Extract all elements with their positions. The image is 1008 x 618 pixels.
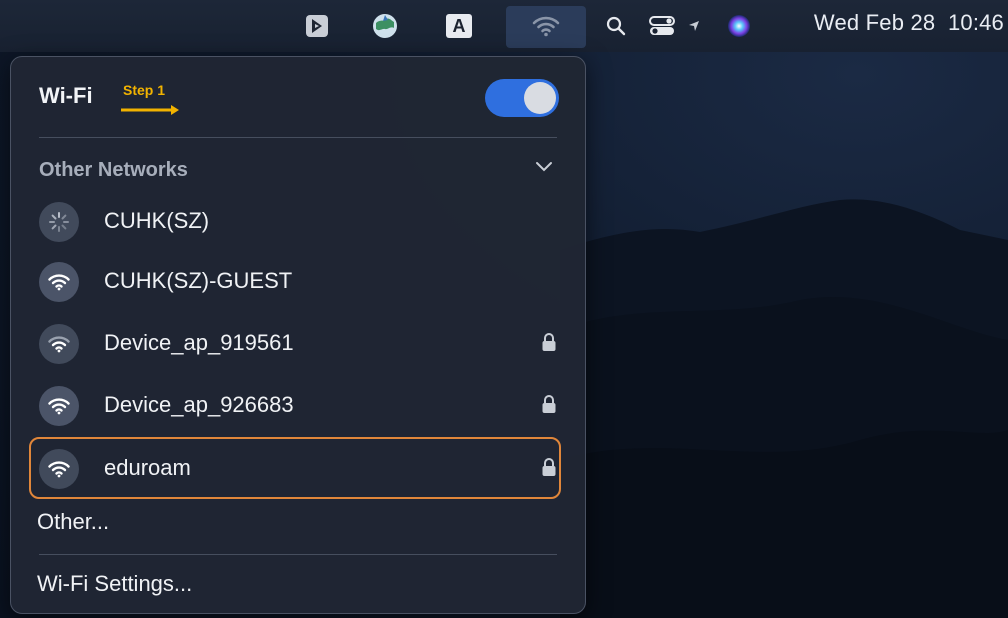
divider [39,137,557,138]
network-row-cuhksz[interactable]: CUHK(SZ) [35,195,563,247]
network-name: Device_ap_926683 [104,392,294,417]
input-source-letter: A [446,14,472,38]
other-networks-heading: Other Networks [39,159,188,181]
wifi-icon [39,449,79,489]
kite-icon[interactable] [300,8,334,44]
network-name: CUHK(SZ) [104,208,210,233]
menubar-clock[interactable]: Wed Feb 28 10:46 [814,10,1004,36]
control-center-icon[interactable] [646,8,678,44]
wifi-toggle[interactable] [485,79,559,117]
other-network-item[interactable]: Other... [37,509,109,535]
network-name: CUHK(SZ)-GUEST [104,268,293,293]
menu-bar: A Wed Feb 28 10:46 [0,0,1008,52]
step-arrow-icon [121,105,179,115]
loading-spinner-icon [39,202,79,242]
location-arrow-icon [684,8,704,44]
network-row-eduroam[interactable]: eduroam [35,442,563,494]
network-row-cuhksz-guest[interactable]: CUHK(SZ)-GUEST [35,255,563,307]
globe-app-icon[interactable] [368,8,402,44]
network-row-device-ap-919561[interactable]: Device_ap_919561 [35,317,563,369]
wifi-menu-panel: Wi-Fi Step 1 Other Networks CUHK(SZ) CUH… [10,56,586,614]
chevron-down-icon[interactable] [535,161,553,173]
network-name: Device_ap_919561 [104,330,294,355]
divider [39,554,557,555]
wifi-icon [39,386,79,426]
siri-icon[interactable] [722,8,756,44]
step-annotation: Step 1 [123,82,166,98]
search-icon[interactable] [600,8,632,44]
wifi-settings-item[interactable]: Wi-Fi Settings... [37,571,192,597]
lock-icon [542,458,556,476]
lock-icon [542,395,556,413]
wifi-icon [39,324,79,364]
network-name: eduroam [104,455,191,480]
input-source-icon[interactable]: A [442,8,476,44]
wifi-title: Wi-Fi [39,83,93,108]
toggle-knob [524,82,556,114]
wifi-icon [39,262,79,302]
network-row-device-ap-926683[interactable]: Device_ap_926683 [35,379,563,431]
lock-icon [542,333,556,351]
wifi-icon[interactable] [526,8,566,44]
